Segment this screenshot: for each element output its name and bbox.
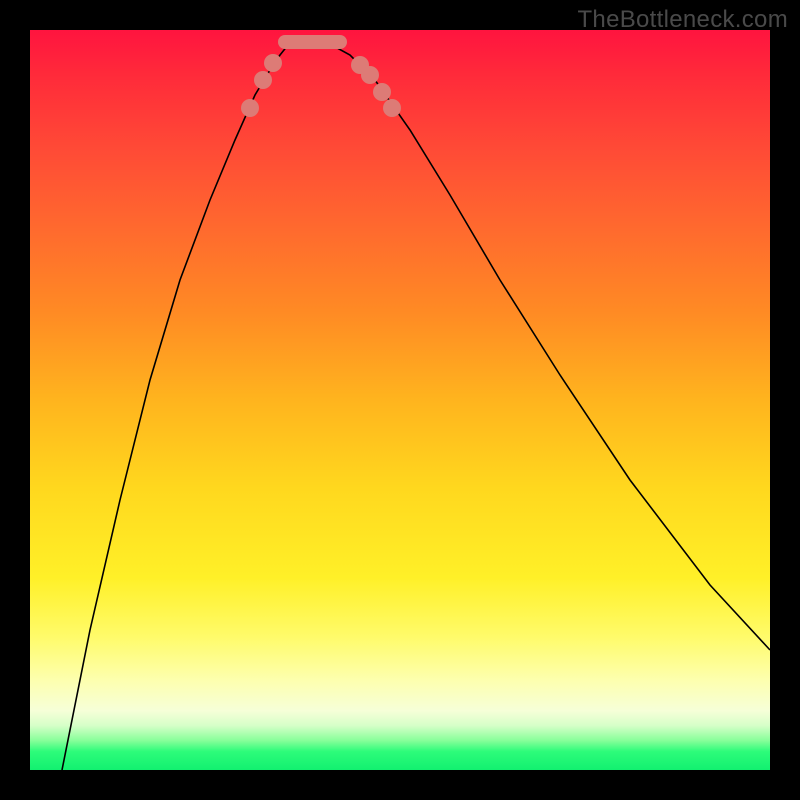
- bead-icon: [361, 66, 379, 84]
- bead-icon: [254, 71, 272, 89]
- bead-icon: [373, 83, 391, 101]
- plot-area: [30, 30, 770, 770]
- bead-icon: [241, 99, 259, 117]
- curve-layer: [30, 30, 770, 770]
- bead-markers: [241, 42, 401, 117]
- bead-icon: [383, 99, 401, 117]
- bead-icon: [264, 54, 282, 72]
- watermark: TheBottleneck.com: [577, 6, 788, 34]
- bottleneck-curve: [62, 40, 770, 770]
- chart-frame: TheBottleneck.com: [0, 0, 800, 800]
